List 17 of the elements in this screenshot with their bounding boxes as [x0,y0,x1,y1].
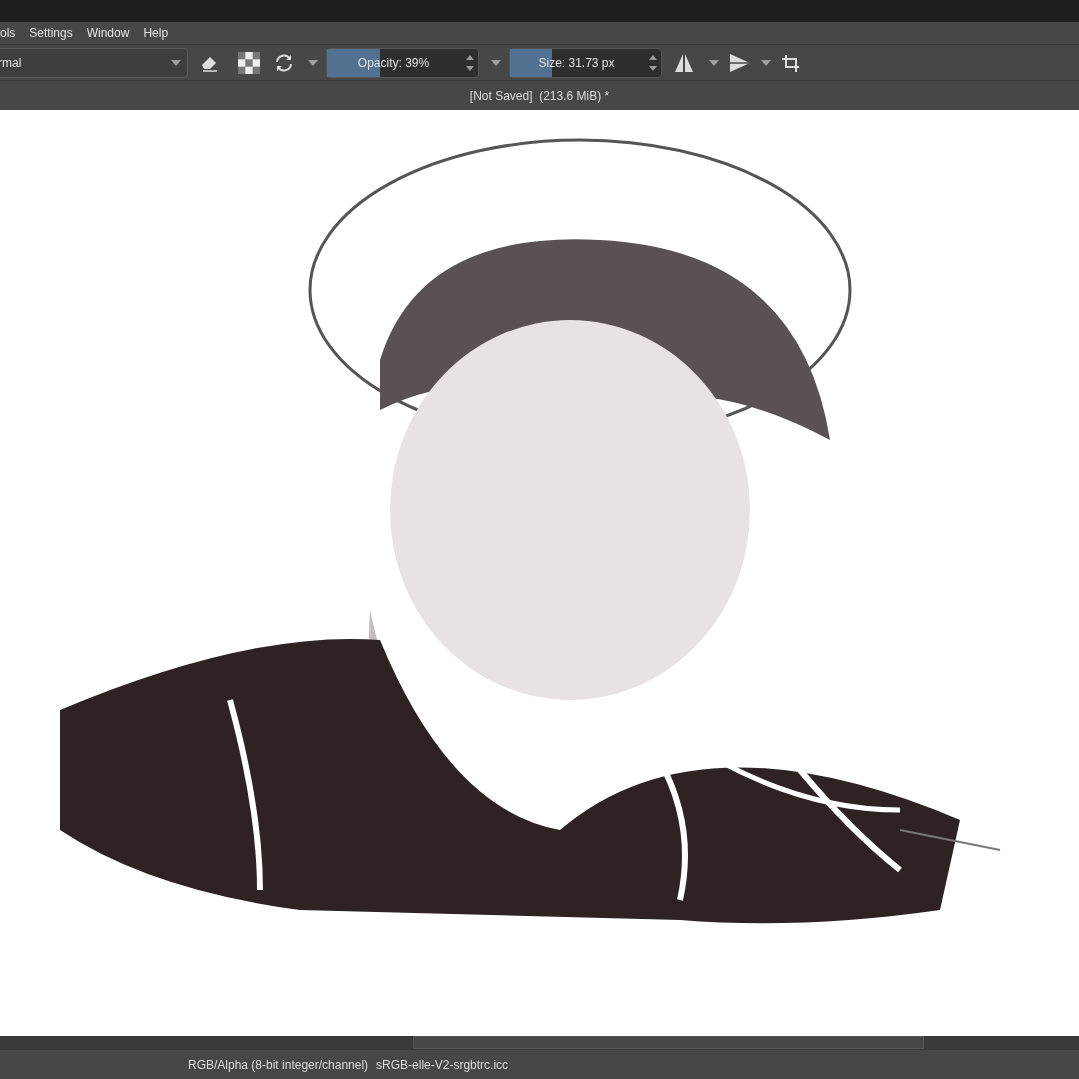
crop-icon[interactable] [781,52,801,73]
color-profile-label: sRGB-elle-V2-srgbtrc.icc [376,1056,509,1074]
triangle-icon[interactable] [729,52,751,73]
refresh-icon[interactable] [274,52,294,73]
caret-icon[interactable] [171,59,181,66]
document-title: [Not Saved] (213.6 MiB) * [469,87,610,105]
caret-icon[interactable] [308,59,318,66]
checkerboard-icon[interactable] [238,51,260,74]
menu-item[interactable]: Help [143,24,169,42]
color-space-label: RGB/Alpha (8-bit integer/channel) [188,1056,369,1074]
menu-item[interactable]: ols [0,24,16,42]
menu-item[interactable]: Settings [29,24,73,42]
caret-icon[interactable] [491,59,501,66]
menu-item[interactable]: Window [86,24,130,42]
caret-icon[interactable] [709,59,719,66]
scrollbar-thumb[interactable] [413,1036,924,1049]
caret-icon[interactable] [761,59,771,66]
